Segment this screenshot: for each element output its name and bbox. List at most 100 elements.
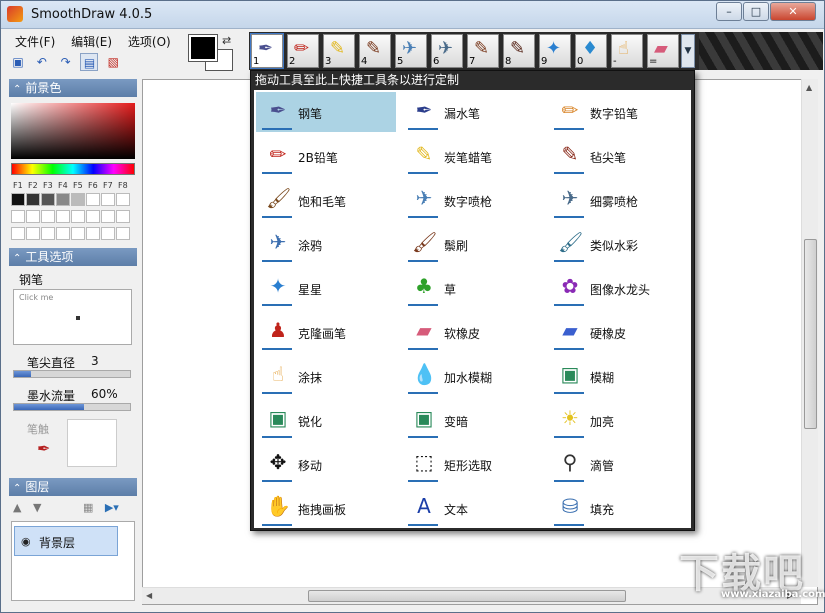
tool-item[interactable]: ✎ 炭笔蜡笔 (402, 136, 542, 176)
palette-swatch[interactable] (71, 193, 85, 206)
tool-item[interactable]: ▰ 软橡皮 (402, 312, 542, 352)
palette-swatch[interactable] (56, 193, 70, 206)
tool-item[interactable]: ⚲ 滴管 (548, 444, 688, 484)
tool-slot-3[interactable]: ✎ 3 (323, 34, 355, 68)
tool-item[interactable]: 🖌 类似水彩 (548, 224, 688, 264)
menu-file[interactable]: 文件(F) (9, 31, 61, 52)
tool-item[interactable]: ♣ 草 (402, 268, 542, 308)
palette-swatch[interactable] (101, 227, 115, 240)
tool-slot-minus[interactable]: ☝ - (611, 34, 643, 68)
palette-swatch[interactable] (41, 193, 55, 206)
save-icon[interactable]: ▣ (9, 53, 27, 71)
tool-item[interactable]: A 文本 (402, 488, 542, 528)
tool-item[interactable]: ▣ 变暗 (402, 400, 542, 440)
tool-item[interactable]: ✈ 细雾喷枪 (548, 180, 688, 220)
tool-item[interactable]: ☀ 加亮 (548, 400, 688, 440)
tool-item[interactable]: 🖌 饱和毛笔 (256, 180, 396, 220)
tool-slot-4[interactable]: ✎ 4 (359, 34, 391, 68)
tool-item[interactable]: ✿ 图像水龙头 (548, 268, 688, 308)
palette-swatch[interactable] (101, 193, 115, 206)
close-button[interactable]: ✕ (770, 2, 816, 21)
swap-colors-icon[interactable]: ⇄ (222, 34, 231, 47)
tool-item[interactable]: ⬚ 矩形选取 (402, 444, 542, 484)
tool-item[interactable]: ⛁ 填充 (548, 488, 688, 528)
tool-item[interactable]: ✏ 2B铅笔 (256, 136, 396, 176)
palette-swatch[interactable] (11, 193, 25, 206)
palette-swatch[interactable] (11, 210, 25, 223)
tool-slot-5[interactable]: ✈ 5 (395, 34, 427, 68)
scroll-up-icon[interactable]: ▲ (806, 83, 812, 92)
layer-properties-icon[interactable]: ▦ (83, 501, 93, 514)
palette-swatch[interactable] (86, 193, 100, 206)
undo-icon[interactable]: ↶ (33, 53, 51, 71)
tool-item[interactable]: ✒ 钢笔 (256, 92, 396, 132)
tool-item[interactable]: ▣ 模糊 (548, 356, 688, 396)
tool-item[interactable]: ✈ 数字喷枪 (402, 180, 542, 220)
new-icon[interactable]: ▤ (80, 53, 99, 71)
foreground-section-header[interactable]: ⌃ 前景色 (9, 79, 137, 97)
tool-dropdown-button[interactable]: ▼ (681, 34, 695, 68)
tool-slot-6[interactable]: ✈ 6 (431, 34, 463, 68)
palette-swatch[interactable] (116, 210, 130, 223)
palette-swatch[interactable] (71, 210, 85, 223)
palette-swatch[interactable] (26, 193, 40, 206)
tool-item[interactable]: ✦ 星星 (256, 268, 396, 308)
tool-item[interactable]: ✏ 数字铅笔 (548, 92, 688, 132)
move-layer-up-icon[interactable]: ▲ (13, 501, 21, 514)
stroke-preview[interactable]: Click me (13, 289, 132, 345)
palette-swatch[interactable] (41, 227, 55, 240)
tool-slot-0[interactable]: ♦ 0 (575, 34, 607, 68)
redo-icon[interactable]: ↷ (57, 53, 75, 71)
palette-swatch[interactable] (71, 227, 85, 240)
vertical-scroll-thumb[interactable] (804, 239, 817, 429)
tool-item[interactable]: ✈ 涂鸦 (256, 224, 396, 264)
tool-item[interactable]: ✒ 漏水笔 (402, 92, 542, 132)
tool-slot-8[interactable]: ✎ 8 (503, 34, 535, 68)
palette-swatch[interactable] (86, 210, 100, 223)
ink-flow-slider[interactable] (13, 403, 131, 411)
tool-slot-9[interactable]: ✦ 9 (539, 34, 571, 68)
move-layer-down-icon[interactable]: ▼ (33, 501, 41, 514)
color-picker-square[interactable] (11, 103, 135, 159)
tool-slot-1[interactable]: ✒ 1 (250, 33, 284, 69)
vertical-scrollbar[interactable]: ▲ (801, 79, 818, 587)
tip-size-slider[interactable] (13, 370, 131, 378)
palette-swatch[interactable] (26, 227, 40, 240)
palette-swatch[interactable] (86, 227, 100, 240)
tool-slot-2[interactable]: ✏ 2 (287, 34, 319, 68)
brush-tip-icon[interactable]: ✒ (37, 439, 50, 458)
layer-item-background[interactable]: ◉ 背景层 (14, 526, 118, 556)
palette-swatch[interactable] (56, 210, 70, 223)
palette-swatch[interactable] (116, 193, 130, 206)
tool-item[interactable]: 🖌 鬃刷 (402, 224, 542, 264)
visibility-eye-icon[interactable]: ◉ (21, 535, 31, 548)
palette-swatch[interactable] (116, 227, 130, 240)
minimize-button[interactable]: – (716, 2, 742, 21)
tool-item[interactable]: ✋ 拖拽画板 (256, 488, 396, 528)
palette-swatch[interactable] (101, 210, 115, 223)
palette-swatch[interactable] (26, 210, 40, 223)
palette-swatch[interactable] (41, 210, 55, 223)
scroll-left-icon[interactable]: ◀ (146, 591, 152, 600)
tool-item[interactable]: ☝ 涂抹 (256, 356, 396, 396)
layers-section-header[interactable]: ⌃ 图层 (9, 478, 137, 496)
brush-texture-box[interactable] (67, 419, 117, 467)
tool-slot-equals[interactable]: ▰ = (647, 34, 679, 68)
tool-item[interactable]: ✎ 毡尖笔 (548, 136, 688, 176)
tool-item[interactable]: ▣ 锐化 (256, 400, 396, 440)
layer-menu-icon[interactable]: ▶▾ (105, 501, 119, 514)
menu-options[interactable]: 选项(O) (122, 31, 177, 52)
tool-item[interactable]: ♟ 克隆画笔 (256, 312, 396, 352)
tool-options-section-header[interactable]: ⌃ 工具选项 (9, 248, 137, 266)
tool-slot-7[interactable]: ✎ 7 (467, 34, 499, 68)
image-icon[interactable]: ▧ (104, 53, 122, 71)
tool-item[interactable]: ▰ 硬橡皮 (548, 312, 688, 352)
palette-swatch[interactable] (56, 227, 70, 240)
horizontal-scroll-thumb[interactable] (308, 590, 626, 602)
tool-item[interactable]: 💧 加水模糊 (402, 356, 542, 396)
foreground-color-swatch[interactable] (188, 34, 218, 62)
tool-item[interactable]: ✥ 移动 (256, 444, 396, 484)
maximize-button[interactable]: □ (743, 2, 769, 21)
palette-swatch[interactable] (11, 227, 25, 240)
menu-edit[interactable]: 编辑(E) (65, 31, 118, 52)
